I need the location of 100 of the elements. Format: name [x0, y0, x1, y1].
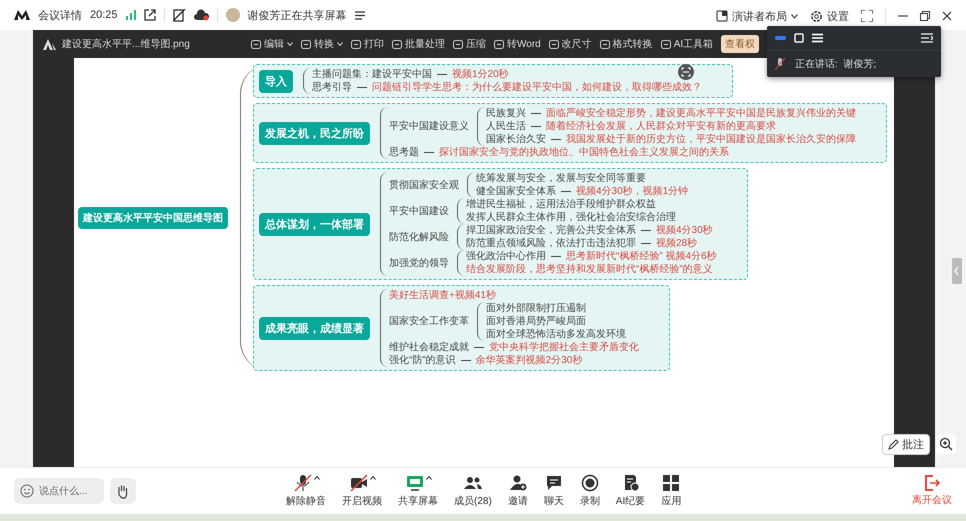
signal-icon	[126, 10, 136, 20]
layout-button[interactable]: 演讲者布局	[716, 8, 798, 24]
meeting-time: 20:25	[90, 9, 118, 21]
toolbar-button[interactable]: 压缩	[453, 37, 486, 51]
toolbar-button[interactable]: 邀请	[508, 474, 528, 508]
subtopic: 维护社会稳定成就	[389, 341, 469, 354]
subtopic: 结合发展阶段，思考坚持和发展新时代“枫桥经验”的意义	[466, 263, 713, 276]
chat-input[interactable]: 说点什么...	[14, 478, 104, 504]
pencil-icon	[888, 439, 899, 450]
subtopic: 主播问题集：建设平安中国	[312, 68, 432, 81]
logo-icon	[14, 10, 30, 20]
note: 视频1分20秒	[452, 68, 509, 81]
muted-mic-icon	[775, 58, 785, 70]
subtopic: 平安中国建设意义	[389, 120, 469, 133]
subtopic: 加强党的领导	[389, 256, 449, 270]
layout-icon	[716, 10, 728, 22]
leave-meeting-button[interactable]: 离开会议	[912, 475, 952, 507]
document-slash-icon[interactable]	[172, 8, 186, 22]
subtopic: 思考引导	[312, 81, 352, 94]
root-topic: 建设更高水平平安中国思维导图	[78, 206, 228, 228]
caret-icon[interactable]	[426, 476, 432, 480]
settings-icon	[810, 10, 823, 22]
toolbar-button[interactable]: 打印	[351, 37, 384, 51]
subtopic: 面对外部限制打压遏制	[486, 302, 586, 315]
branch-topic: 成果亮眼，成绩显著	[259, 316, 370, 340]
branch-topic: 发展之机，民之所盼	[259, 122, 370, 144]
meeting-info-link[interactable]: 会议详情	[38, 8, 82, 22]
toolbar-button[interactable]: 录制	[580, 474, 600, 508]
fullscreen-icon[interactable]	[861, 10, 873, 22]
scan-icon[interactable]	[678, 64, 694, 80]
subtopic: 国家长治久安	[486, 133, 546, 146]
toolbar-button[interactable]: 转Word	[494, 37, 541, 51]
note: 视频4分30秒	[656, 224, 713, 237]
collapse-icon[interactable]	[921, 33, 933, 43]
close-icon[interactable]	[942, 11, 952, 21]
cloud-icon[interactable]	[194, 9, 209, 21]
zoom-in-icon[interactable]	[936, 434, 956, 454]
toolbar-button[interactable]: 共享屏幕	[398, 474, 438, 508]
list-icon[interactable]	[354, 10, 365, 20]
tool-icon	[600, 40, 610, 48]
window-icon[interactable]	[794, 33, 804, 43]
subtopic: 美好生活调查+视频41秒	[389, 289, 496, 302]
subtopic: 防范化解风险	[389, 230, 449, 244]
annotate-button[interactable]: 批注	[882, 434, 930, 455]
speaking-status: 正在讲话: 谢俊芳;	[795, 58, 876, 71]
tool-icon	[494, 40, 504, 48]
toolbar-button[interactable]: 转换	[301, 37, 343, 51]
caret-icon[interactable]	[370, 476, 376, 480]
note: 党中央科学把握社会主要矛盾变化	[489, 341, 639, 354]
subtopic: 人民生活	[486, 120, 526, 133]
toolbar-button[interactable]: 成员(28)	[454, 474, 492, 508]
note: 视频28秒	[656, 237, 698, 250]
tool-icon	[660, 40, 671, 48]
file-name: 建设更高水平平...维导图.png	[62, 38, 190, 51]
note: 视频4分30秒，视频1分钟	[576, 185, 688, 198]
toolbar-button[interactable]: 批量处理	[392, 37, 445, 51]
note: 我国发展处于新的历史方位，平安中国建设是国家长治久安的保障	[566, 133, 856, 146]
tool-icon	[548, 40, 559, 48]
tool-icon	[453, 40, 463, 48]
caret-icon	[791, 14, 798, 18]
toolbar-button[interactable]: 编辑	[251, 37, 293, 51]
caret-icon[interactable]	[314, 476, 320, 480]
subtopic: 增进民生福祉，运用法治手段维护群众权益	[466, 198, 656, 211]
subtopic: 面对香港局势严峻局面	[486, 315, 586, 328]
note: 问题链引导学生思考：为什么要建设平安中国，如何建设，取得哪些成效？	[372, 81, 702, 94]
toolbar-button[interactable]: AI纪要	[616, 474, 646, 508]
raise-hand-button[interactable]	[110, 478, 136, 504]
collapse-handle-icon[interactable]	[952, 258, 962, 284]
subtopic: 民族复兴	[486, 107, 526, 120]
toolbar-button[interactable]: 格式转换	[600, 37, 653, 51]
toolbar-button[interactable]: 改尺寸	[548, 37, 592, 51]
subtopic: 贯彻国家安全观	[389, 178, 459, 192]
note: 面临严峻安全稳定形势，建设更高水平平安中国是民族复兴伟业的关键	[546, 107, 856, 120]
tool-icon	[301, 40, 311, 48]
note: 探讨国家安全与党的执政地位、中国特色社会主义发展之间的关系	[439, 146, 729, 159]
avatar	[226, 8, 240, 22]
toolbar-button[interactable]: 应用	[661, 474, 682, 508]
toolbar-button[interactable]: 开启视频	[342, 474, 382, 508]
rights-badge[interactable]: 查看权	[721, 35, 760, 53]
note: 余华英案判视频2分30秒	[476, 354, 582, 367]
subtopic: 防范重点领域风险，依法打击违法犯罪	[466, 237, 636, 250]
tool-icon	[251, 40, 261, 48]
minimize-panel-icon[interactable]	[775, 36, 786, 40]
tool-icon	[351, 40, 361, 48]
subtopic: 平安中国建设	[389, 204, 449, 218]
settings-button[interactable]: 设置	[810, 8, 849, 24]
branch-topic: 导入	[259, 70, 293, 92]
external-link-icon[interactable]	[144, 9, 156, 21]
exit-icon	[924, 475, 940, 491]
note: 随着经济社会发展，人民群众对平安有新的更高要求	[546, 120, 776, 133]
subtopic: 强化“防”的意识	[389, 354, 456, 367]
restore-icon[interactable]	[920, 11, 930, 21]
toolbar-button[interactable]: 聊天	[544, 474, 564, 508]
toolbar-button[interactable]: 解除静音	[286, 474, 326, 508]
subtopic: 面对全球恐怖活动多发高发环境	[486, 328, 626, 341]
sharing-status: 谢俊芳正在共享屏幕	[248, 8, 347, 22]
toolbar-button[interactable]: AI工具箱	[660, 37, 714, 51]
subtopic: 强化政治中心作用	[466, 250, 546, 263]
subtopic: 国家安全工作变革	[389, 315, 469, 328]
subtopic: 捍卫国家政治安全，完善公共安全体系	[466, 224, 636, 237]
